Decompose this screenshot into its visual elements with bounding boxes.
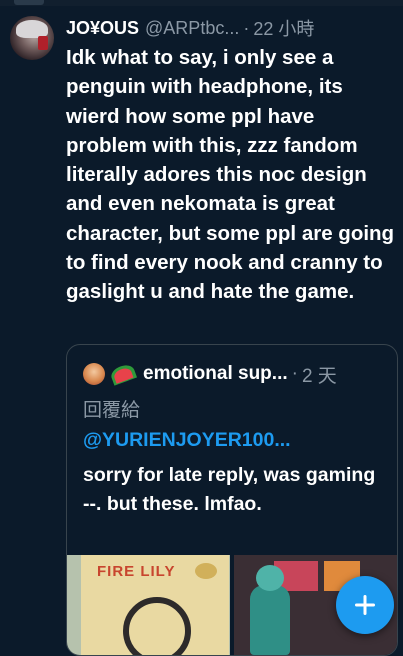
compose-button[interactable] — [336, 576, 394, 634]
character-figure — [250, 585, 290, 655]
shop-sign-badge — [195, 563, 217, 579]
avatar-accent — [38, 36, 48, 50]
tweet-text: Idk what to say, i only see a penguin wi… — [66, 46, 395, 304]
quoted-tweet-text: sorry for late reply, was gaming --. but… — [83, 464, 376, 515]
author-avatar[interactable] — [10, 16, 54, 60]
quoted-author-avatar — [83, 363, 105, 385]
watermelon-icon — [108, 362, 138, 386]
top-strip — [0, 0, 403, 6]
header-separator: · — [243, 17, 250, 38]
quoted-header-separator: · — [291, 363, 298, 384]
character-head — [256, 565, 284, 591]
reply-mention-link[interactable]: @YURIENJOYER100... — [83, 429, 291, 452]
quoted-tweet-header: emotional sup... · 2 天 — [83, 359, 389, 389]
quoted-media-image-1[interactable]: FIRE LILY — [67, 555, 230, 655]
previous-item-edge — [14, 0, 44, 5]
quoted-timestamp: 2 天 — [301, 365, 337, 387]
tweet-header: JO¥OUS @ARPtbc... · 22 小時 — [66, 14, 395, 42]
tweet-timestamp[interactable]: 22 小時 — [253, 15, 314, 41]
reply-to-label: 回覆給 — [83, 400, 141, 421]
author-name[interactable]: JO¥OUS — [66, 18, 139, 39]
shop-sign-text: FIRE LILY — [97, 563, 176, 580]
plus-icon — [355, 595, 375, 615]
quoted-author-name: emotional sup... — [143, 363, 288, 384]
author-handle[interactable]: @ARPtbc... — [145, 18, 239, 39]
